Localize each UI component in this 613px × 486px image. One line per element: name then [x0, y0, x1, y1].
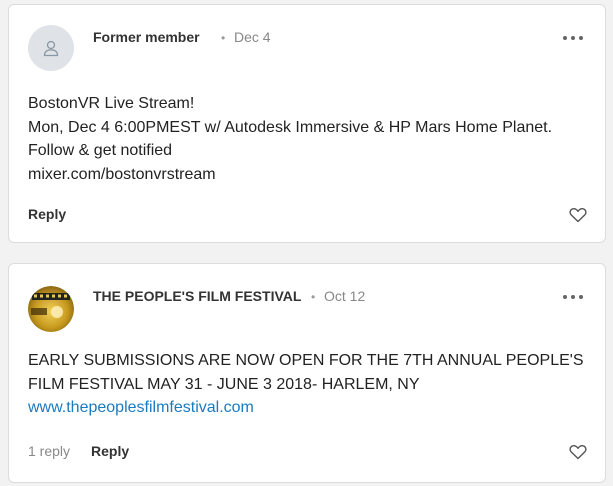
post-text-line: Follow & get notified	[28, 142, 173, 159]
post-body: EARLY SUBMISSIONS ARE NOW OPEN FOR THE 7…	[28, 349, 584, 420]
post-date[interactable]: Dec 4	[234, 29, 271, 45]
post-text-line: EARLY SUBMISSIONS ARE NOW OPEN FOR THE 7…	[28, 352, 584, 369]
festival-logo	[28, 286, 74, 332]
person-placeholder-icon	[43, 40, 59, 57]
post-link[interactable]: www.thepeoplesfilmfestival.com	[28, 396, 584, 420]
more-options-icon[interactable]	[563, 292, 583, 302]
post-text-line: FILM FESTIVAL MAY 31 - JUNE 3 2018- HARL…	[28, 375, 420, 393]
discussion-post: THE PEOPLE'S FILM FESTIVAL • Oct 12 EARL…	[8, 263, 606, 483]
author-name[interactable]: THE PEOPLE'S FILM FESTIVAL	[93, 288, 301, 304]
reply-button[interactable]: Reply	[28, 206, 66, 222]
post-text-line: BostonVR Live Stream!	[28, 95, 195, 112]
author-name[interactable]: Former member	[93, 29, 200, 45]
heart-icon[interactable]	[569, 444, 587, 460]
avatar[interactable]	[28, 25, 74, 71]
reply-button[interactable]: Reply	[91, 443, 129, 459]
heart-icon[interactable]	[569, 207, 587, 223]
more-options-icon[interactable]	[563, 33, 583, 43]
post-body: BostonVR Live Stream! Mon, Dec 4 6:00PME…	[28, 92, 552, 186]
post-date[interactable]: Oct 12	[324, 288, 365, 304]
discussion-post: Former member • Dec 4 BostonVR Live Stre…	[8, 4, 606, 243]
post-text-line: mixer.com/bostonvrstream	[28, 165, 216, 183]
separator-dot: •	[311, 290, 316, 304]
avatar[interactable]	[28, 286, 74, 332]
reply-count[interactable]: 1 reply	[28, 443, 70, 459]
separator-dot: •	[221, 31, 226, 45]
post-text-line: Mon, Dec 4 6:00PMEST w/ Autodesk Immersi…	[28, 118, 553, 136]
